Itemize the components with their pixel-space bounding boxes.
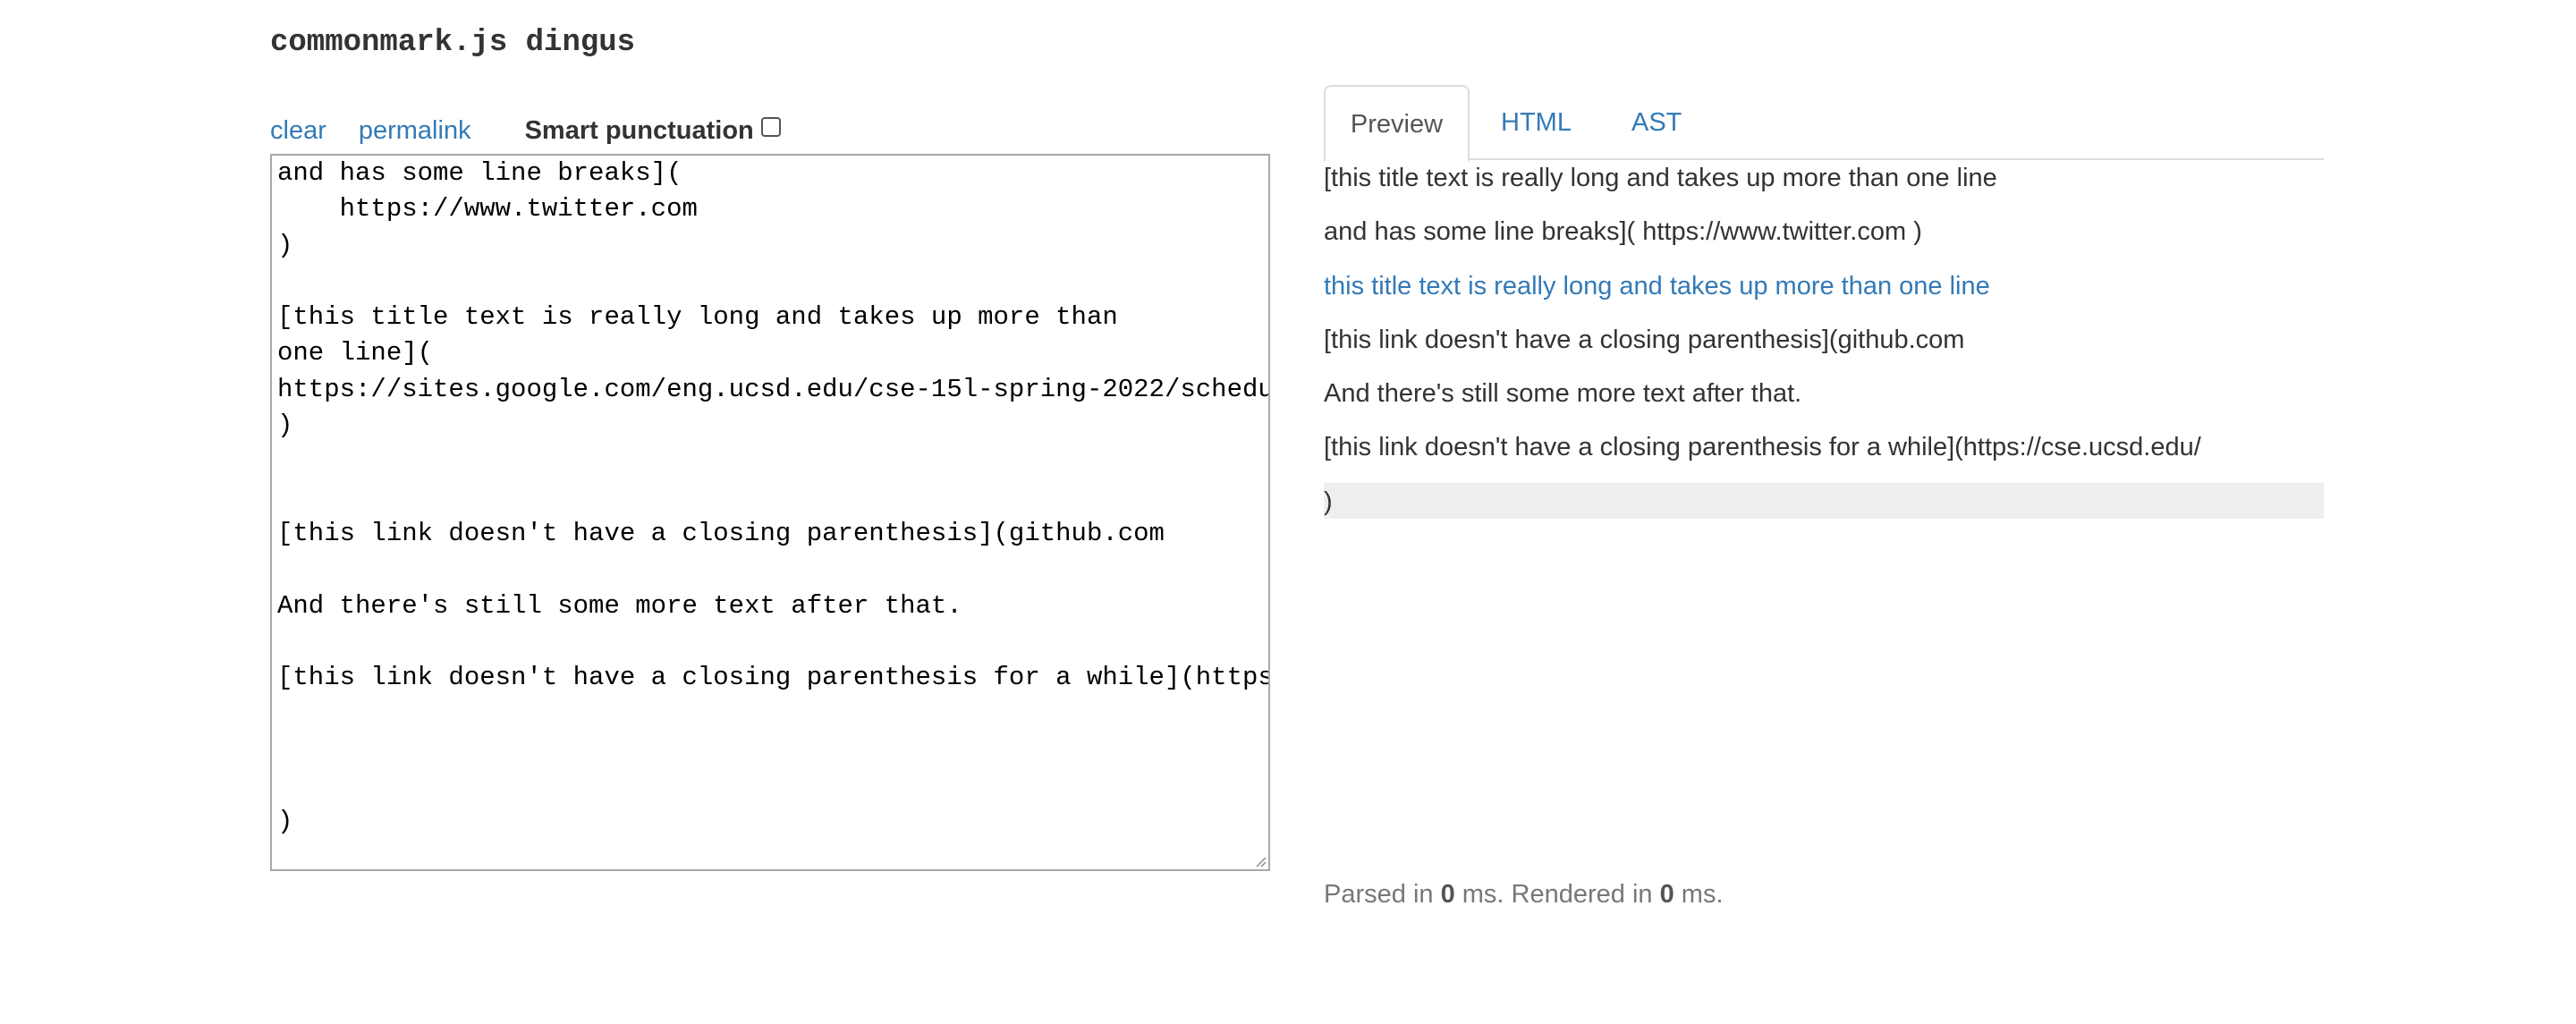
timing-suffix: ms. (1674, 880, 1724, 909)
preview-paragraph: And there's still some more text after t… (1324, 379, 1802, 409)
timing-parsed-prefix: Parsed in (1324, 880, 1441, 909)
render-timing: Parsed in 0 ms. Rendered in 0 ms. (1324, 880, 1724, 910)
timing-rendered-prefix: ms. Rendered in (1454, 880, 1660, 909)
preview-link[interactable]: this title text is really long and takes… (1324, 272, 1990, 300)
timing-parsed-ms: 0 (1440, 880, 1455, 909)
preview-paragraph: [this link doesn't have a closing parent… (1324, 433, 2201, 462)
markdown-editor[interactable]: and has some line breaks]( https://www.t… (270, 154, 1270, 871)
tab-ast[interactable]: AST (1631, 85, 1682, 160)
smart-punctuation-label[interactable]: Smart punctuation (525, 116, 781, 146)
preview-paragraph: this title text is really long and takes… (1324, 267, 2324, 321)
tab-preview[interactable]: Preview (1324, 85, 1470, 162)
timing-rendered-ms: 0 (1659, 880, 1674, 909)
preview-paragraph: [this title text is really long and take… (1324, 164, 1997, 192)
preview-code-block: ) (1324, 482, 2324, 519)
preview-paragraph: and has some line breaks]( https://www.t… (1324, 217, 1922, 247)
resize-handle-icon[interactable] (1252, 853, 1267, 867)
tab-html[interactable]: HTML (1501, 85, 1572, 160)
clear-link[interactable]: clear (270, 116, 326, 146)
preview-paragraph: [this link doesn't have a closing parent… (1324, 325, 1965, 354)
smart-punctuation-checkbox[interactable] (760, 117, 781, 137)
smart-punctuation-text: Smart punctuation (524, 115, 754, 145)
page-title: commonmark.js dingus (270, 26, 636, 60)
permalink-link[interactable]: permalink (359, 116, 471, 146)
preview-pane: [this title text is really long and take… (1324, 159, 2324, 519)
editor-toolbar: clear permalink Smart punctuation (270, 113, 781, 148)
editor-content[interactable]: and has some line breaks]( https://www.t… (277, 156, 1268, 841)
output-tabs: Preview HTML AST (1324, 85, 2324, 162)
